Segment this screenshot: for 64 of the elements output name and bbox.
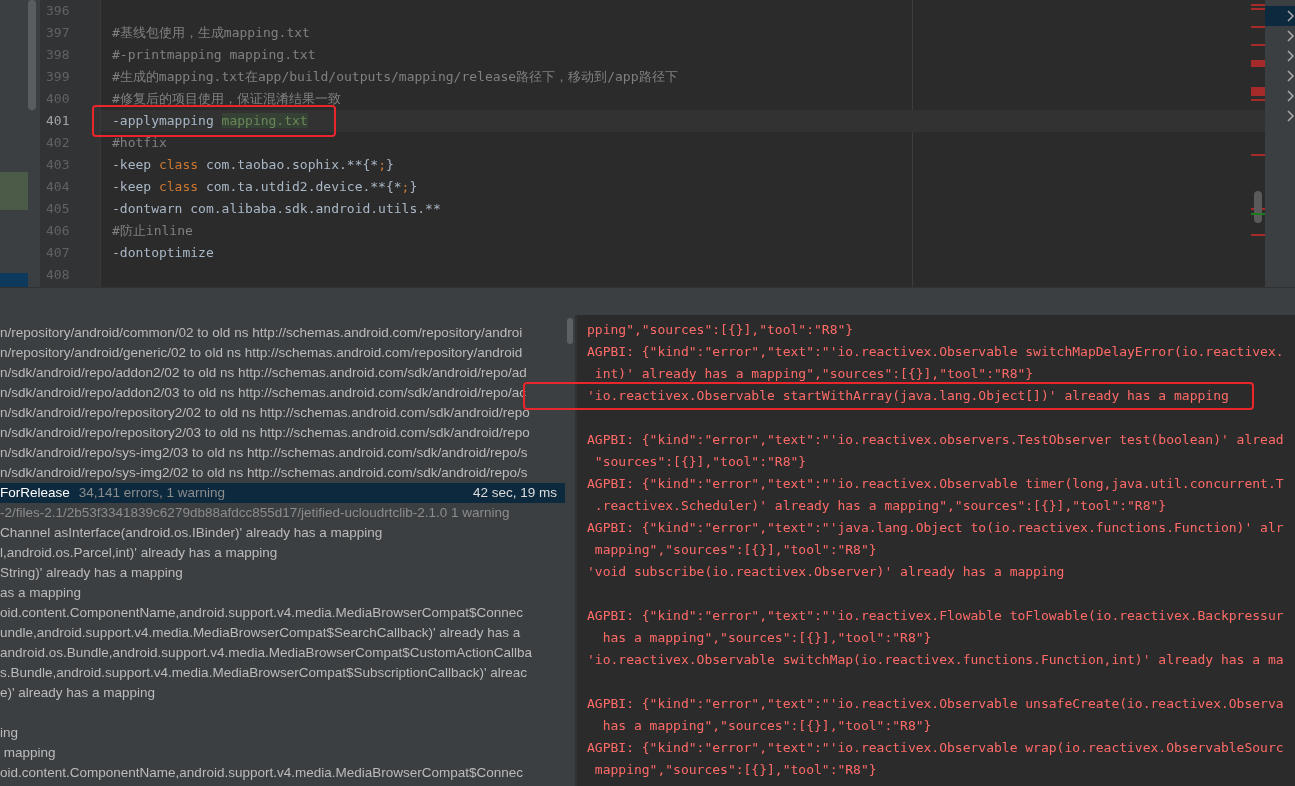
chevron-icon <box>1287 70 1295 82</box>
panel-highlight <box>0 172 28 210</box>
code-line: -dontoptimize <box>112 245 214 260</box>
build-message[interactable]: undle,android.support.v4.media.MediaBrowserCompat$SearchCallback)' already has a <box>0 623 521 643</box>
code-line: -applymapping mapping.txt <box>112 113 308 128</box>
code-line: #基线包使用，生成mapping.txt <box>112 25 310 40</box>
console-line: AGPBI: {"kind":"error","text":"'java.lang.Object to(io.reactivex.functions.Function)' alr <box>587 520 1284 535</box>
build-message[interactable]: n/repository/android/common/02 to old ns http://schemas.android.com/repository/androi <box>0 323 523 343</box>
console-line: AGPBI: {"kind":"error","text":"'io.reactivex.observers.TestObserver test(boolean)' alread <box>587 432 1284 447</box>
console-line: mapping","sources":[{}],"tool":"R8"} <box>593 542 877 557</box>
console-line: AGPBI: {"kind":"error","text":"'io.reactivex.Observable switchMapDelayError(io.reactivex. <box>587 344 1284 359</box>
structure-item[interactable] <box>1265 6 1295 26</box>
build-message[interactable]: l,android.os.Parcel,int)' already has a mapping <box>0 543 278 563</box>
code-line: #-printmapping mapping.txt <box>112 47 316 62</box>
chevron-icon <box>1287 30 1295 42</box>
console-line: has a mapping","sources":[{}],"tool":"R8"} <box>601 630 932 645</box>
task-duration: 42 sec, 19 ms <box>472 484 558 502</box>
console-line: mapping","sources":[{}],"tool":"R8"} <box>593 762 877 777</box>
console-line: has a mapping","sources":[{}],"tool":"R8"} <box>601 718 932 733</box>
build-message[interactable]: n/repository/android/generic/02 to old ns http://schemas.android.com/repository/android <box>0 343 523 363</box>
build-message[interactable]: String)' already has a mapping <box>0 563 183 583</box>
code-line: #防止inline <box>112 223 193 238</box>
code-line: #生成的mapping.txt在app/build/outputs/mapping/release路径下，移动到/app路径下 <box>112 69 678 84</box>
chevron-icon <box>1287 110 1295 122</box>
file-path[interactable]: -2/files-2.1/2b53f3341839c6279db88afdcc855d17/jetified-ucloudrtclib-2.1.0 1 warning <box>0 503 510 523</box>
code-line: -keep class com.ta.utdid2.device.**{*;} <box>112 179 418 194</box>
build-message[interactable]: n/sdk/android/repo/sys-img2/02 to old ns http://schemas.android.com/sdk/android/repo/s <box>0 463 528 483</box>
build-message[interactable]: Channel asInterface(android.os.IBinder)' already has a mapping <box>0 523 383 543</box>
build-message[interactable]: n/sdk/android/repo/repository2/03 to old ns http://schemas.android.com/sdk/android/repo <box>0 423 530 443</box>
build-message[interactable]: n/sdk/android/repo/repository2/02 to old ns http://schemas.android.com/sdk/android/repo <box>0 403 530 423</box>
code-line: #hotfix <box>112 135 167 150</box>
console-line: 'io.reactivex.Observable switchMap(io.reactivex.functions.Function,int)' already has a ma <box>587 652 1284 667</box>
console-line: AGPBI: {"kind":"error","text":"'io.reactivex.Observable unsafeCreate(io.reactivex.Observa <box>587 696 1284 711</box>
build-message[interactable]: oid.content.ComponentName,android.support.v4.media.MediaBrowserCompat$Connec <box>0 603 524 623</box>
code-line: -keep class com.taobao.sophix.**{*;} <box>112 157 394 172</box>
code-line: -dontwarn com.alibaba.sdk.android.utils.** <box>112 201 441 216</box>
build-message[interactable]: e)' already has a mapping <box>0 683 155 703</box>
build-message[interactable]: s.Bundle,android.support.v4.media.MediaBrowserCompat$SubscriptionCallback)' alreac <box>0 663 528 683</box>
console-line: "sources":[{}],"tool":"R8"} <box>593 454 807 469</box>
console-line: AGPBI: {"kind":"error","text":"'io.reactivex.Observable timer(long,java.util.concurrent.T <box>587 476 1284 491</box>
console-line: .reactivex.Scheduler)' already has a mapping","sources":[{}],"tool":"R8"} <box>593 498 1167 513</box>
build-message[interactable]: mapping <box>0 743 56 763</box>
console-line: int)' already has a mapping","sources":[{}],"tool":"R8"} <box>593 366 1034 381</box>
scrollbar-thumb[interactable] <box>567 318 573 344</box>
build-task-row[interactable]: ForRelease 34,141 errors, 1 warning 42 sec, 19 ms <box>0 483 565 503</box>
error-summary: 34,141 errors, 1 warning <box>78 484 226 502</box>
console-line: 'void subscribe(io.reactivex.Observer)' already has a mapping <box>587 564 1065 579</box>
build-message[interactable]: oid.content.ComponentName,android.support.v4.media.MediaBrowserCompat$Connec <box>0 763 524 783</box>
task-name: ForRelease <box>0 484 70 502</box>
panel-selection <box>0 273 28 287</box>
console-line: 'io.reactivex.Observable startWithArray(java.lang.Object[])' already has a mapping <box>587 388 1229 403</box>
console-line: pping","sources":[{}],"tool":"R8"} <box>587 322 854 337</box>
build-message[interactable]: n/sdk/android/repo/sys-img2/03 to old ns http://schemas.android.com/sdk/android/repo/s <box>0 443 528 463</box>
console-line: AGPBI: {"kind":"error","text":"'io.reactivex.Flowable toFlowable(io.reactivex.Backpressur <box>587 608 1284 623</box>
build-message[interactable]: as a mapping <box>0 583 82 603</box>
console-line: AGPBI: {"kind":"error","text":"'io.reactivex.Observable wrap(io.reactivex.ObservableSourc <box>587 740 1284 755</box>
chevron-icon <box>1287 10 1295 22</box>
chevron-icon <box>1287 50 1295 62</box>
build-message[interactable]: n/sdk/android/repo/addon2/02 to old ns http://schemas.android.com/sdk/android/repo/ad <box>0 363 527 383</box>
chevron-icon <box>1287 90 1295 102</box>
line-number: 401 <box>45 112 71 130</box>
build-message[interactable]: ing <box>0 723 18 743</box>
scrollbar-thumb[interactable] <box>28 0 36 110</box>
build-message[interactable]: android.os.Bundle,android.support.v4.media.MediaBrowserCompat$CustomActionCallba <box>0 643 533 663</box>
